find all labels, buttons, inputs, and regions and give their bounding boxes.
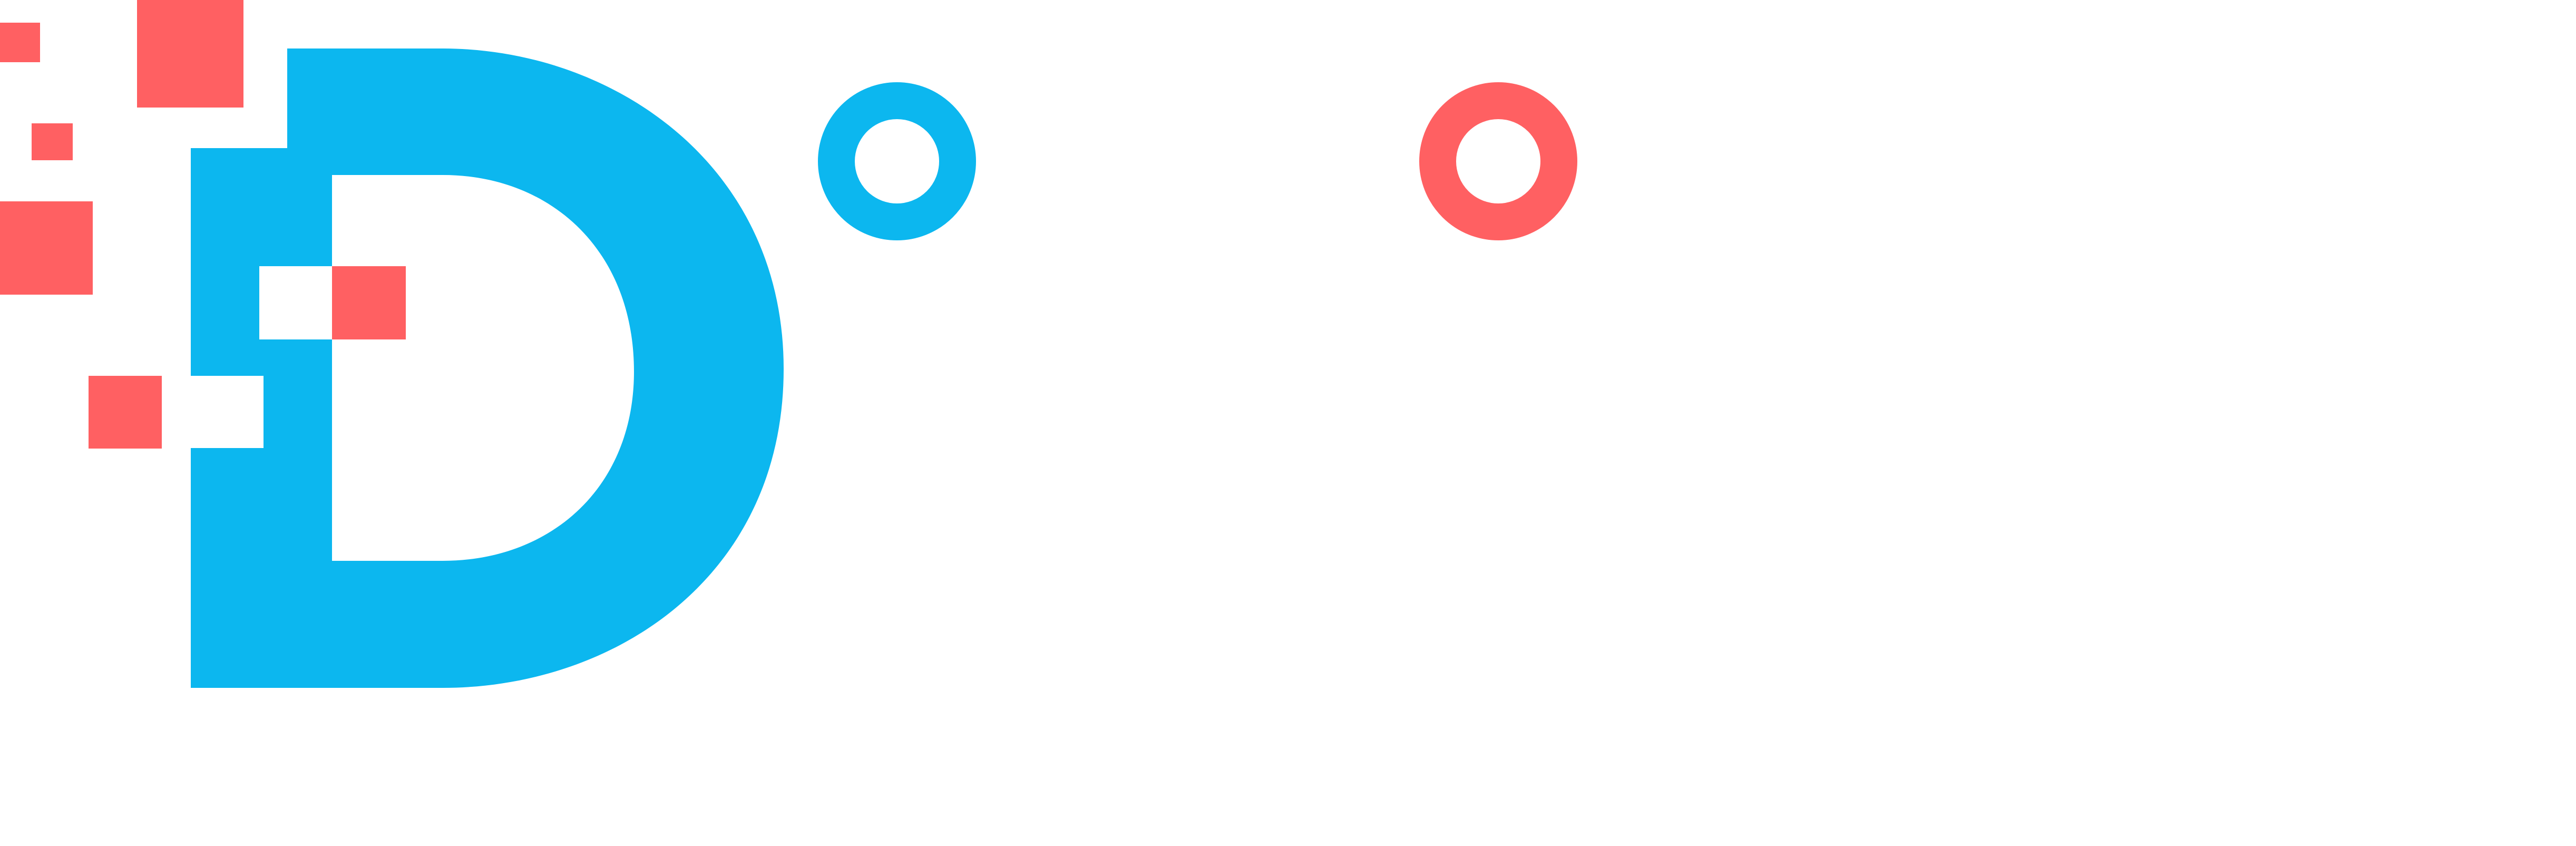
pixel-square-icon — [32, 123, 73, 160]
letter-d-shape — [191, 48, 784, 688]
pixel-square-icon — [89, 376, 162, 449]
letter-d-monogram — [191, 48, 784, 688]
ring-icon — [818, 82, 976, 240]
pixel-square-icon — [0, 201, 93, 295]
pixel-square-icon — [0, 23, 40, 62]
pixel-square-icon — [137, 0, 243, 108]
ring-icon — [1419, 82, 1577, 240]
pixel-square-icon — [332, 266, 406, 339]
logo-graphic — [0, 0, 1577, 688]
